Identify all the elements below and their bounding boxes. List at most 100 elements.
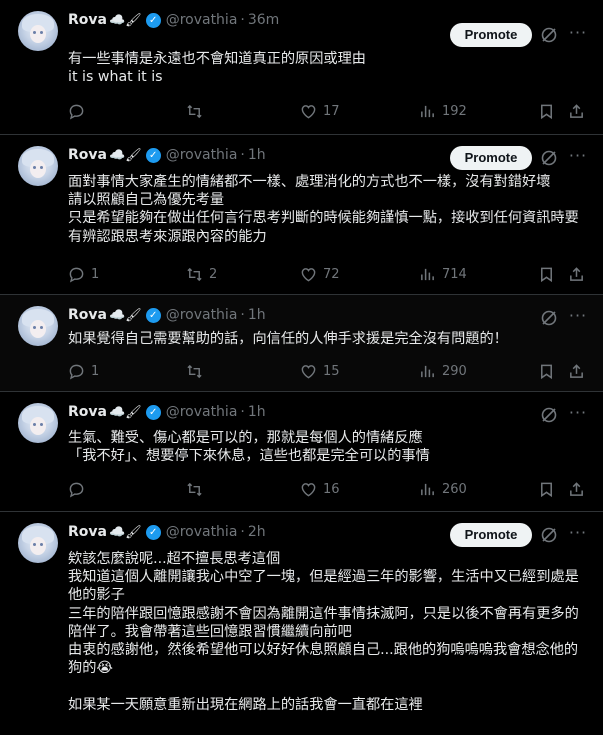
more-options-icon[interactable]: ··· (566, 525, 590, 544)
user-handle[interactable]: @rovathia (166, 524, 238, 540)
like-button[interactable]: 15 (300, 361, 340, 381)
views-button[interactable]: 192 (419, 101, 467, 121)
reply-icon (69, 482, 84, 498)
like-button[interactable]: 72 (300, 264, 340, 284)
grok-icon[interactable] (540, 526, 558, 544)
views-button[interactable]: 260 (419, 479, 467, 499)
display-name[interactable]: Rova (68, 147, 107, 163)
tweet-text: 有一些事情是永遠也不會知道真正的原因或理由 it is what it is (68, 51, 366, 86)
timestamp[interactable]: 1h (248, 307, 266, 323)
promote-button[interactable]: Promote (450, 146, 532, 170)
user-handle[interactable]: @rovathia (166, 147, 238, 163)
share-button[interactable] (568, 479, 585, 499)
bookmark-button[interactable] (538, 264, 555, 284)
reply-button[interactable] (68, 101, 91, 121)
more-options-icon[interactable]: ··· (566, 308, 590, 327)
timestamp[interactable]: 1h (248, 147, 266, 163)
like-button[interactable]: 17 (300, 101, 340, 121)
bookmark-button[interactable] (538, 479, 555, 499)
share-icon (570, 103, 583, 118)
bookmark-button[interactable] (538, 101, 555, 121)
avatar[interactable] (18, 146, 58, 186)
tweet-header: Rova ☁️🖌 ✓ @rovathia · 2h (68, 522, 266, 542)
timestamp[interactable]: 2h (248, 524, 266, 540)
promote-button[interactable]: Promote (450, 523, 532, 547)
bookmark-icon (541, 267, 552, 282)
display-name[interactable]: Rova (68, 404, 107, 420)
more-options-icon[interactable]: ··· (566, 25, 590, 44)
reply-button[interactable]: 1 (68, 361, 99, 381)
verified-badge-icon: ✓ (145, 404, 161, 420)
heart-icon (301, 364, 316, 378)
repost-button[interactable] (186, 101, 209, 121)
bookmark-icon (541, 482, 552, 497)
user-handle[interactable]: @rovathia (166, 307, 238, 323)
tweet[interactable]: Rova ☁️🖌 ✓ @rovathia · 2h Promote ··· 欸該… (0, 512, 603, 735)
repost-count: 2 (209, 266, 218, 282)
avatar[interactable] (18, 403, 58, 443)
like-count: 15 (323, 363, 340, 379)
tweet-text: 生氣、難受、傷心都是可以的，那就是每個人的情緒反應 「我不好」、想要停下來休息，… (68, 430, 430, 465)
views-button[interactable]: 290 (419, 361, 467, 381)
share-button[interactable] (568, 264, 585, 284)
views-icon (421, 105, 434, 117)
reply-button[interactable]: 1 (68, 264, 99, 284)
timeline-feed[interactable]: Rova ☁️🖌 ✓ @rovathia · 36m Promote ··· 有… (0, 0, 603, 735)
share-button[interactable] (568, 101, 585, 121)
view-count: 714 (442, 266, 467, 282)
user-handle[interactable]: @rovathia (166, 404, 238, 420)
timestamp[interactable]: 1h (248, 404, 266, 420)
separator-dot: · (240, 147, 245, 163)
reply-icon (69, 104, 84, 120)
grok-icon[interactable] (540, 406, 558, 424)
user-handle[interactable]: @rovathia (166, 12, 238, 28)
more-options-icon[interactable]: ··· (566, 148, 590, 167)
reply-icon (69, 267, 84, 283)
repost-icon (187, 482, 202, 496)
tweet-header: Rova ☁️🖌 ✓ @rovathia · 36m (68, 10, 279, 30)
views-button[interactable]: 714 (419, 264, 467, 284)
avatar[interactable] (18, 306, 58, 346)
avatar[interactable] (18, 11, 58, 51)
verified-badge-icon: ✓ (145, 307, 161, 323)
tweet-actions: 16 260 (68, 479, 588, 499)
avatar[interactable] (18, 523, 58, 563)
display-name[interactable]: Rova (68, 524, 107, 540)
display-name[interactable]: Rova (68, 307, 107, 323)
name-emoji: ☁️🖌 (108, 307, 142, 323)
grok-icon[interactable] (540, 309, 558, 327)
repost-button[interactable] (186, 479, 209, 499)
grok-icon[interactable] (540, 149, 558, 167)
views-icon (421, 365, 434, 377)
share-button[interactable] (568, 361, 585, 381)
tweet-actions: 1 15 290 (68, 361, 588, 381)
display-name[interactable]: Rova (68, 12, 107, 28)
promote-button[interactable]: Promote (450, 23, 532, 47)
name-emoji: ☁️🖌 (108, 524, 142, 540)
bookmark-icon (541, 104, 552, 119)
tweet-header: Rova ☁️🖌 ✓ @rovathia · 1h (68, 402, 266, 422)
view-count: 260 (442, 481, 467, 497)
tweet[interactable]: Rova ☁️🖌 ✓ @rovathia · 36m Promote ··· 有… (0, 0, 603, 135)
grok-icon[interactable] (540, 26, 558, 44)
bookmark-button[interactable] (538, 361, 555, 381)
repost-button[interactable] (186, 361, 209, 381)
tweet[interactable]: Rova ☁️🖌 ✓ @rovathia · 1h Promote ··· 面對… (0, 135, 603, 295)
name-emoji: ☁️🖌 (108, 147, 142, 163)
repost-icon (187, 267, 202, 281)
reply-button[interactable] (68, 479, 91, 499)
repost-button[interactable]: 2 (186, 264, 217, 284)
tweet-header: Rova ☁️🖌 ✓ @rovathia · 1h (68, 145, 266, 165)
like-count: 72 (323, 266, 340, 282)
like-count: 16 (323, 481, 340, 497)
tweet[interactable]: Rova ☁️🖌 ✓ @rovathia · 1h ··· 如果覺得自己需要幫助… (0, 295, 603, 392)
heart-icon (301, 267, 316, 281)
tweet[interactable]: Rova ☁️🖌 ✓ @rovathia · 1h ··· 生氣、難受、傷心都是… (0, 392, 603, 512)
views-icon (421, 268, 434, 280)
like-button[interactable]: 16 (300, 479, 340, 499)
view-count: 192 (442, 103, 467, 119)
separator-dot: · (240, 12, 245, 28)
repost-icon (187, 104, 202, 118)
timestamp[interactable]: 36m (248, 12, 279, 28)
more-options-icon[interactable]: ··· (566, 405, 590, 424)
